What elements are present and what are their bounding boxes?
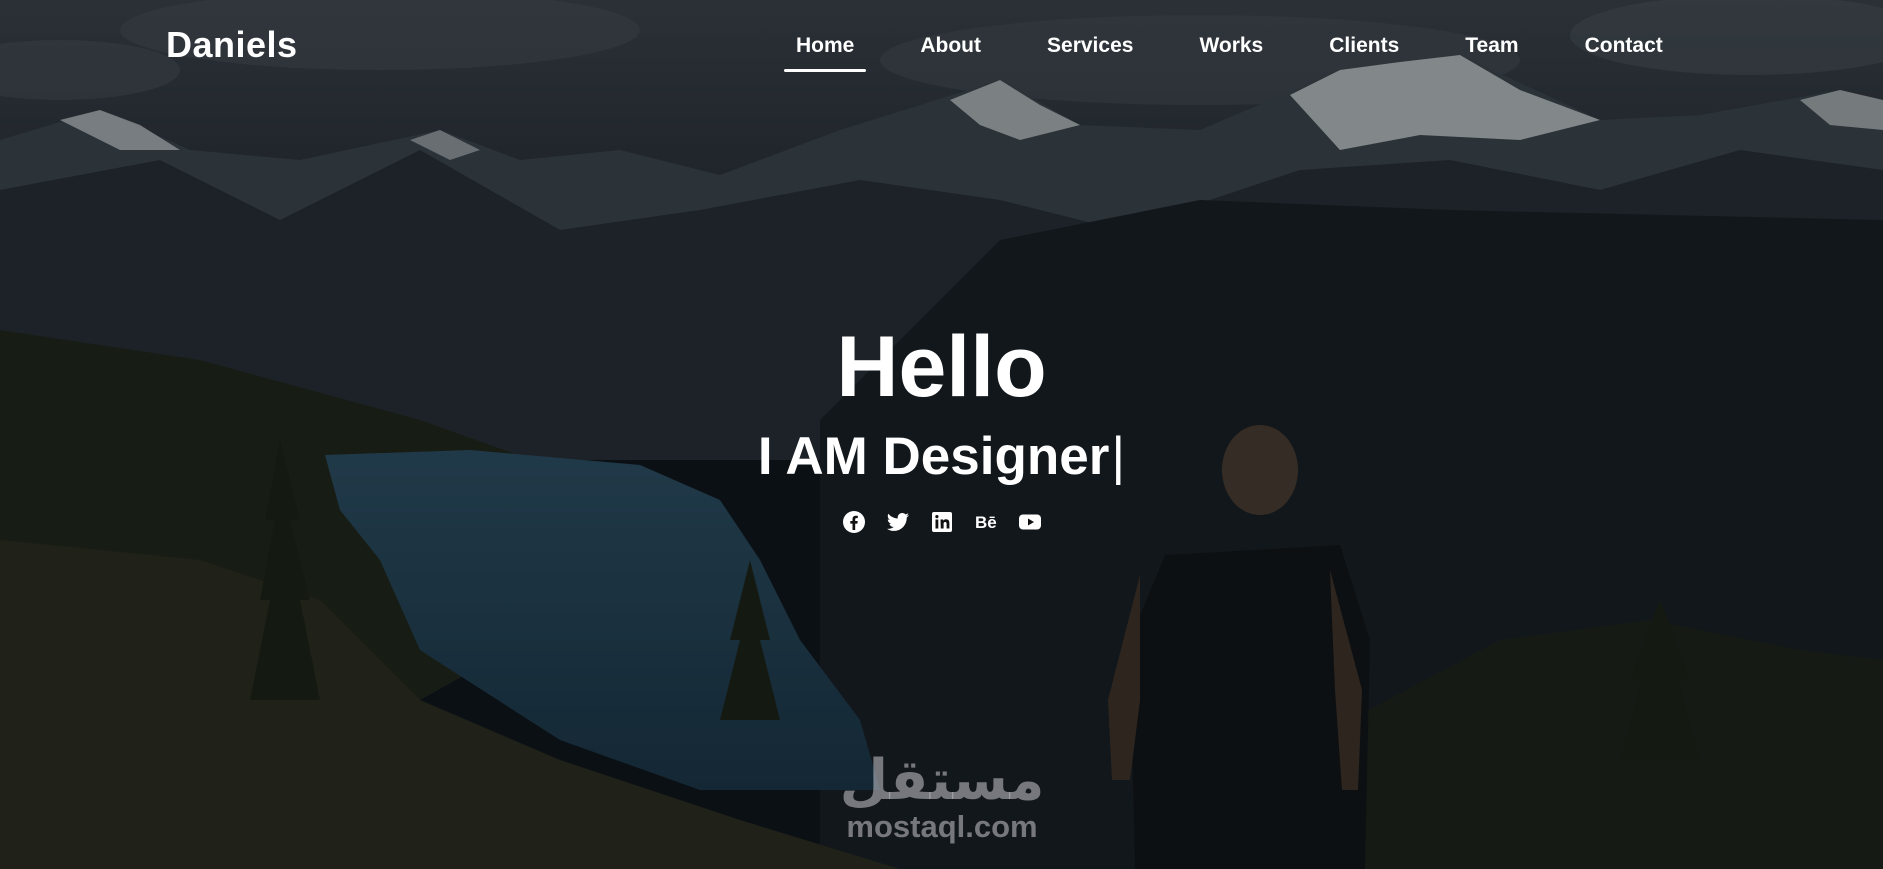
linkedin-icon[interactable] bbox=[930, 510, 954, 534]
hero-content: Hello I AM Designer| Bē bbox=[0, 318, 1883, 534]
navbar: Daniels Home About Services Works Client… bbox=[0, 0, 1883, 90]
watermark-arabic-text: مستقل bbox=[839, 748, 1045, 811]
youtube-icon[interactable] bbox=[1018, 510, 1042, 534]
nav-menu: Home About Services Works Clients Team C… bbox=[784, 30, 1675, 72]
nav-item-home[interactable]: Home bbox=[784, 30, 867, 72]
twitter-icon[interactable] bbox=[886, 510, 910, 534]
hero-section: Daniels Home About Services Works Client… bbox=[0, 0, 1883, 869]
nav-item-about[interactable]: About bbox=[908, 30, 993, 68]
facebook-icon[interactable] bbox=[842, 510, 866, 534]
behance-icon[interactable]: Bē bbox=[974, 510, 998, 534]
hero-title: Hello bbox=[836, 319, 1047, 415]
watermark-domain-text: mostaql.com bbox=[846, 809, 1038, 844]
hero-subtitle: I AM Designer| bbox=[0, 425, 1883, 489]
nav-item-team[interactable]: Team bbox=[1453, 30, 1530, 68]
typing-cursor: | bbox=[1111, 426, 1126, 486]
mostaql-watermark: مستقل mostaql.com bbox=[826, 752, 1058, 844]
nav-item-services[interactable]: Services bbox=[1035, 30, 1145, 68]
nav-item-contact[interactable]: Contact bbox=[1573, 30, 1675, 68]
svg-text:Bē: Bē bbox=[975, 513, 997, 532]
nav-item-clients[interactable]: Clients bbox=[1317, 30, 1411, 68]
brand-logo[interactable]: Daniels bbox=[166, 24, 298, 66]
typed-text: I AM Designer bbox=[757, 426, 1110, 486]
social-links: Bē bbox=[0, 510, 1883, 534]
nav-item-works[interactable]: Works bbox=[1187, 30, 1275, 68]
